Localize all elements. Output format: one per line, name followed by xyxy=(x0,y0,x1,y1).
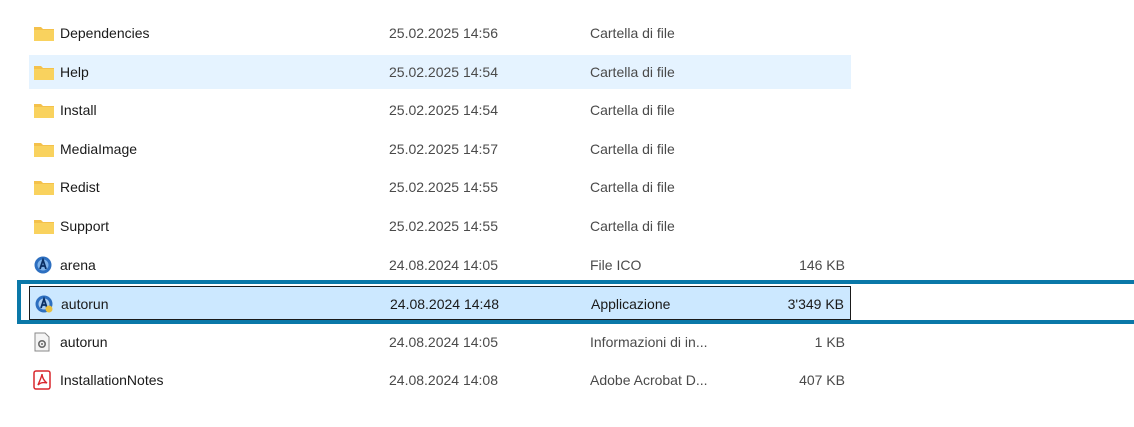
file-row-dependencies[interactable]: Dependencies 25.02.2025 14:56 Cartella d… xyxy=(29,16,851,50)
file-type: Adobe Acrobat D... xyxy=(590,372,708,389)
settings-file-icon xyxy=(33,325,55,359)
file-type: Informazioni di in... xyxy=(590,333,708,350)
file-date: 24.08.2024 14:05 xyxy=(389,256,498,273)
file-name: MediaImage xyxy=(60,140,138,157)
file-name: Help xyxy=(60,63,89,80)
file-type: Cartella di file xyxy=(590,140,675,157)
file-size: 3'349 KB xyxy=(787,296,844,313)
file-type: Cartella di file xyxy=(590,102,675,119)
folder-icon xyxy=(33,132,55,166)
file-name: autorun xyxy=(61,296,109,313)
folder-icon xyxy=(33,209,55,243)
file-row-help[interactable]: Help 25.02.2025 14:54 Cartella di file xyxy=(29,54,851,89)
file-row-autorun-inf[interactable]: autorun 24.08.2024 14:05 Informazioni di… xyxy=(29,325,851,359)
pdf-icon xyxy=(33,363,55,397)
file-size: 407 KB xyxy=(799,372,845,389)
file-size: 1 KB xyxy=(814,333,845,350)
file-date: 25.02.2025 14:57 xyxy=(389,140,498,157)
file-date: 25.02.2025 14:54 xyxy=(389,102,498,119)
file-type: Applicazione xyxy=(591,296,671,313)
file-date: 25.02.2025 14:56 xyxy=(389,25,498,41)
file-type: Cartella di file xyxy=(590,25,675,41)
file-date: 25.02.2025 14:54 xyxy=(389,63,498,80)
file-row-autorun-exe[interactable]: autorun 24.08.2024 14:48 Applicazione 3'… xyxy=(29,286,851,321)
file-type: File ICO xyxy=(590,256,642,273)
file-row-redist[interactable]: Redist 25.02.2025 14:55 Cartella di file xyxy=(29,170,851,204)
file-date: 25.02.2025 14:55 xyxy=(389,217,498,234)
file-name: Support xyxy=(60,217,110,234)
file-date: 24.08.2024 14:08 xyxy=(389,372,498,389)
file-date: 24.08.2024 14:48 xyxy=(390,296,499,313)
file-size: 146 KB xyxy=(799,256,845,273)
file-list: Dependencies 25.02.2025 14:56 Cartella d… xyxy=(29,16,851,402)
file-row-mediaimage[interactable]: MediaImage 25.02.2025 14:57 Cartella di … xyxy=(29,132,851,166)
folder-icon xyxy=(33,170,55,204)
file-name: Install xyxy=(60,102,97,119)
arena-app-icon xyxy=(34,287,56,321)
file-row-support[interactable]: Support 25.02.2025 14:55 Cartella di fil… xyxy=(29,209,851,243)
file-date: 24.08.2024 14:05 xyxy=(389,333,498,350)
file-date: 25.02.2025 14:55 xyxy=(389,179,498,196)
file-name: arena xyxy=(60,256,96,273)
arena-ico-icon xyxy=(33,248,55,282)
file-name: InstallationNotes xyxy=(60,372,164,389)
file-row-arena[interactable]: arena 24.08.2024 14:05 File ICO 146 KB xyxy=(29,248,851,282)
file-name: autorun xyxy=(60,333,108,350)
file-type: Cartella di file xyxy=(590,63,675,80)
file-row-installationnotes[interactable]: InstallationNotes 24.08.2024 14:08 Adobe… xyxy=(29,363,851,397)
file-type: Cartella di file xyxy=(590,217,675,234)
folder-icon xyxy=(33,93,55,127)
file-name: Dependencies xyxy=(60,25,150,41)
file-type: Cartella di file xyxy=(590,179,675,196)
folder-icon xyxy=(33,55,55,89)
folder-icon xyxy=(33,16,55,50)
file-name: Redist xyxy=(60,179,100,196)
file-row-install[interactable]: Install 25.02.2025 14:54 Cartella di fil… xyxy=(29,93,851,127)
